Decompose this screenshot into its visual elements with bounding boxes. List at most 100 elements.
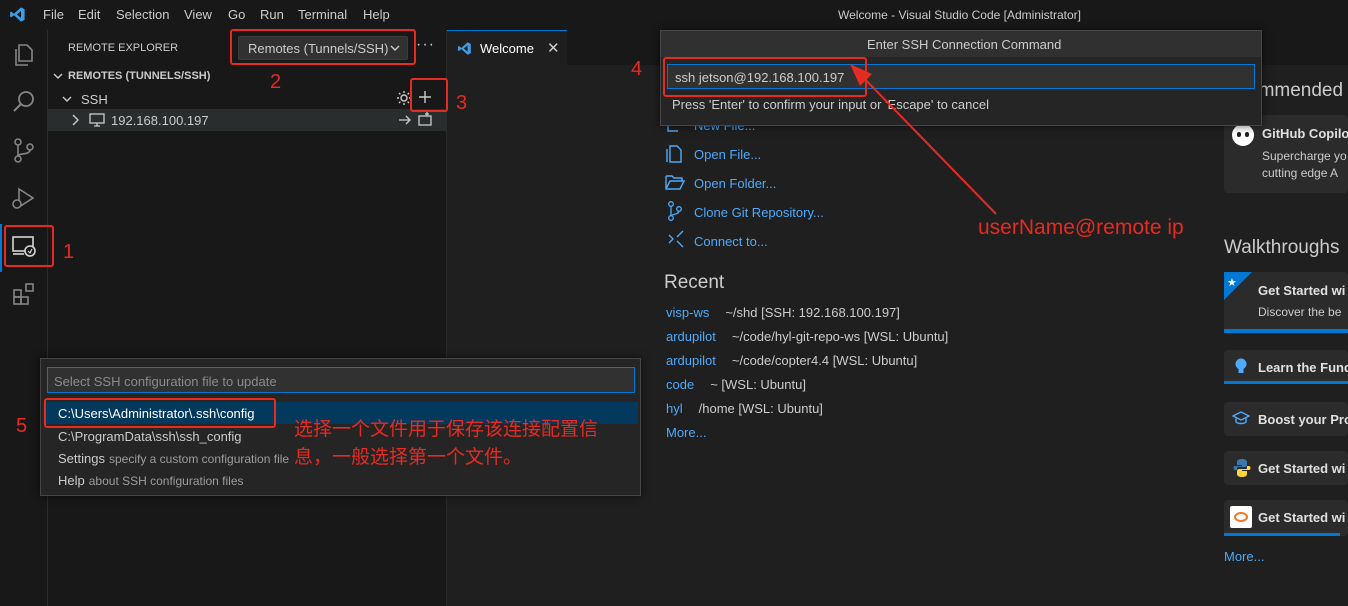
vscode-logo-icon [10, 7, 25, 22]
annotation-file-hint-line2: 息，一般选择第一个文件。 [294, 447, 523, 468]
recent-item[interactable]: ardupilot ~/code/copter4.4 [WSL: Ubuntu] [666, 353, 917, 368]
run-debug-icon[interactable] [10, 184, 38, 212]
menu-edit[interactable]: Edit [78, 7, 100, 22]
copilot-desc-line2: cutting edge A [1262, 166, 1339, 180]
host-row[interactable] [48, 109, 446, 131]
connect-remote-icon [668, 230, 684, 248]
start-open-folder[interactable]: Open Folder... [694, 176, 776, 191]
recent-path: ~/code/hyl-git-repo-ws [WSL: Ubuntu] [731, 329, 949, 344]
more-actions-icon[interactable]: ··· [416, 36, 435, 54]
menu-go[interactable]: Go [228, 7, 245, 22]
recent-name[interactable]: ardupilot [666, 353, 716, 368]
config-option-label: Settings [58, 451, 105, 466]
ssh-group-label[interactable]: SSH [81, 92, 108, 107]
config-option-desc: specify a custom configuration file [108, 452, 290, 466]
walkthroughs-heading: Walkthroughs [1224, 237, 1340, 258]
new-window-icon[interactable] [417, 111, 433, 127]
recent-item[interactable]: ardupilot ~/code/hyl-git-repo-ws [WSL: Ub… [666, 329, 948, 344]
recent-path: ~/code/copter4.4 [WSL: Ubuntu] [731, 353, 918, 368]
progress-bar [1224, 533, 1340, 536]
recent-name[interactable]: visp-ws [666, 305, 709, 320]
annotation-number-2: 2 [270, 71, 282, 93]
search-icon[interactable] [10, 88, 38, 116]
walkthrough-title: Boost your Pro [1258, 412, 1348, 427]
close-icon[interactable]: ✕ [547, 39, 560, 57]
section-chevron-down-icon[interactable] [53, 71, 63, 81]
progress-bar [1224, 381, 1348, 384]
recent-heading: Recent [664, 272, 725, 293]
config-file-input[interactable]: Select SSH configuration file to update [47, 367, 635, 393]
config-option-help[interactable]: Help about SSH configuration files [43, 469, 638, 491]
menu-terminal[interactable]: Terminal [298, 7, 347, 22]
config-file-placeholder: Select SSH configuration file to update [54, 374, 277, 389]
title-bar: File Edit Selection View Go Run Terminal… [0, 0, 1348, 31]
start-clone-git[interactable]: Clone Git Repository... [694, 205, 824, 220]
annotation-number-4: 4 [631, 58, 643, 80]
walkthrough-card[interactable]: Learn the Fund [1224, 350, 1348, 384]
walkthrough-title: Get Started wi [1258, 510, 1346, 525]
copilot-card[interactable]: GitHub Copilo Supercharge yo cutting edg… [1224, 115, 1348, 193]
annotation-remote-hint: userName@remote ip [978, 216, 1184, 239]
recent-path: ~ [WSL: Ubuntu] [710, 377, 806, 392]
menu-view[interactable]: View [184, 7, 212, 22]
menu-file[interactable]: File [43, 7, 64, 22]
walkthrough-title: Get Started wi [1258, 283, 1346, 298]
start-open-file[interactable]: Open File... [694, 147, 761, 162]
progress-bar [1224, 329, 1348, 333]
menu-selection[interactable]: Selection [116, 7, 169, 22]
recent-item[interactable]: code ~ [WSL: Ubuntu] [666, 377, 806, 392]
jupyter-icon [1230, 506, 1252, 528]
recent-name[interactable]: code [666, 377, 694, 392]
recent-more-link[interactable]: More... [666, 425, 706, 440]
walkthrough-card[interactable]: Get Started wi [1224, 451, 1348, 485]
mortarboard-icon [1232, 411, 1250, 425]
annotation-arrow [850, 64, 997, 215]
recent-name[interactable]: ardupilot [666, 329, 716, 344]
connect-arrow-icon[interactable] [398, 113, 412, 127]
walkthrough-title: Get Started wi [1258, 461, 1346, 476]
menu-help[interactable]: Help [363, 7, 390, 22]
section-title[interactable]: REMOTES (TUNNELS/SSH) [68, 70, 210, 82]
annotation-box-5 [44, 398, 276, 428]
prompt-title: Enter SSH Connection Command [867, 37, 1062, 52]
recommended-heading: ommended [1248, 80, 1344, 101]
vscode-tab-icon [457, 42, 471, 55]
extensions-icon[interactable] [10, 280, 38, 308]
host-label[interactable]: 192.168.100.197 [111, 113, 209, 128]
annotation-number-5: 5 [16, 415, 28, 437]
walkthrough-desc: Discover the be [1258, 305, 1342, 319]
explorer-icon[interactable] [10, 40, 38, 68]
clone-git-icon [668, 201, 682, 221]
copilot-icon [1232, 124, 1254, 146]
recent-path: ~/shd [SSH: 192.168.100.197] [725, 305, 900, 320]
python-icon [1233, 459, 1251, 477]
window-title: Welcome - Visual Studio Code [Administra… [838, 8, 1081, 22]
start-connect-to[interactable]: Connect to... [694, 234, 768, 249]
annotation-box-4 [663, 57, 867, 97]
source-control-icon[interactable] [10, 136, 38, 164]
tab-label: Welcome [480, 41, 534, 56]
activity-bar [0, 30, 48, 606]
config-option-label: Help [58, 473, 85, 488]
copilot-title: GitHub Copilo [1262, 126, 1348, 141]
monitor-icon [89, 113, 105, 127]
open-folder-icon [665, 175, 685, 190]
chevron-right-icon[interactable] [70, 114, 80, 126]
annotation-box-1 [4, 225, 54, 267]
copilot-desc-line1: Supercharge yo [1262, 149, 1347, 163]
annotation-file-hint-line1: 选择一个文件用于保存该连接配置信 [294, 419, 599, 440]
walkthrough-card[interactable]: Boost your Pro [1224, 402, 1348, 436]
sidebar-header: REMOTE EXPLORER [68, 42, 179, 54]
walkthrough-card[interactable]: Get Started wi [1224, 500, 1348, 536]
recent-item[interactable]: hyl/home [WSL: Ubuntu] [666, 401, 823, 416]
group-chevron-down-icon[interactable] [62, 94, 72, 104]
menu-run[interactable]: Run [260, 7, 284, 22]
recent-name[interactable]: hyl [666, 401, 683, 416]
lightbulb-icon [1235, 358, 1247, 373]
active-indicator [0, 224, 2, 272]
recent-path: /home [WSL: Ubuntu] [698, 401, 823, 416]
tab-welcome[interactable]: Welcome ✕ [447, 30, 567, 65]
recent-item[interactable]: visp-ws ~/shd [SSH: 192.168.100.197] [666, 305, 900, 320]
walkthroughs-more-link[interactable]: More... [1224, 549, 1264, 564]
walkthrough-card[interactable]: ★ Get Started wi Discover the be [1224, 272, 1348, 334]
